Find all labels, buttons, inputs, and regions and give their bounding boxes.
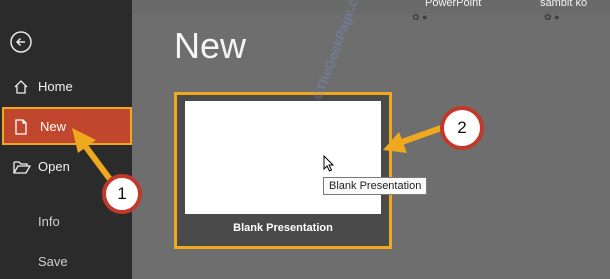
annotation-arrows [72, 125, 443, 184]
arrow-to-new-icon [72, 128, 115, 184]
step-badge-1: 1 [102, 174, 142, 214]
arrow-to-template-icon [383, 125, 443, 153]
step-badge-2: 2 [440, 106, 484, 150]
